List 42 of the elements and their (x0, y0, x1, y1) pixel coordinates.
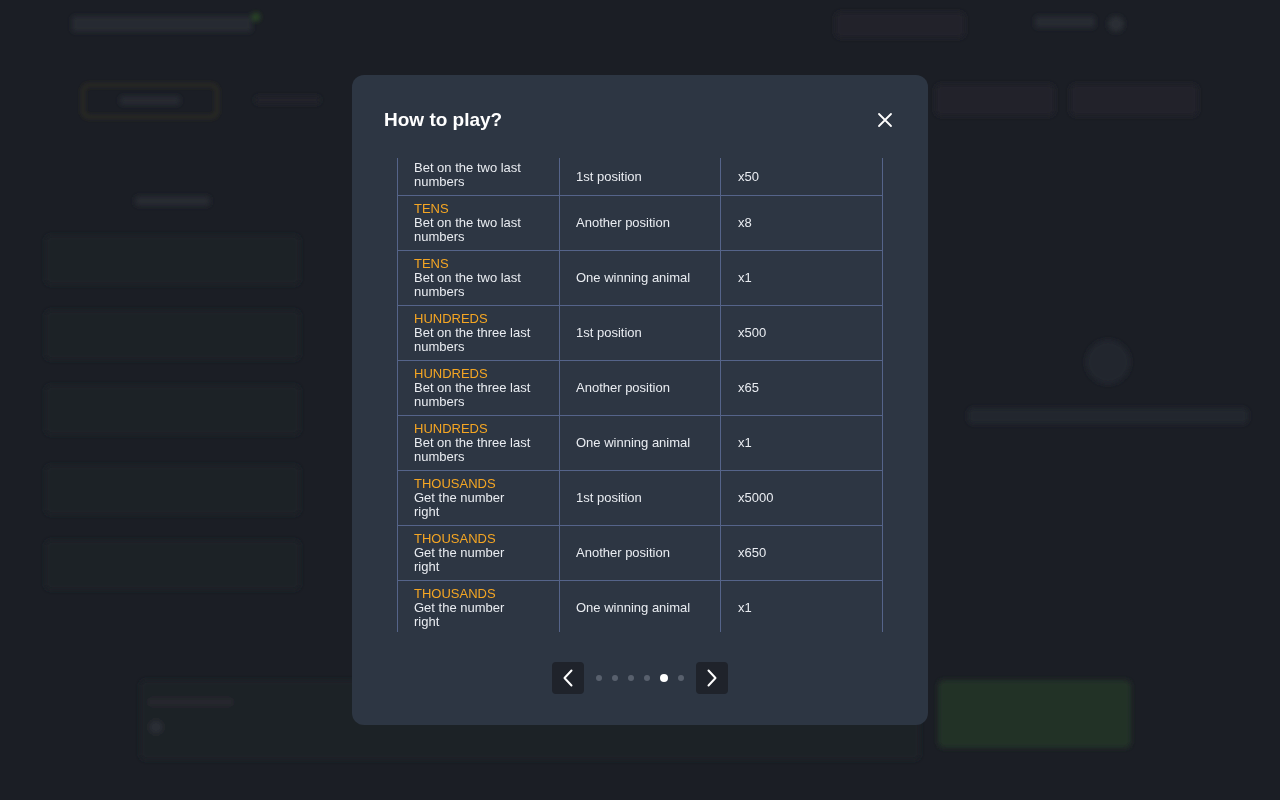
bet-type-label: THOUSANDS (414, 587, 496, 601)
bet-type-label: HUNDREDS (414, 422, 488, 436)
multiplier-text: x50 (738, 169, 759, 184)
multiplier-text: x1 (738, 436, 752, 450)
position-text: One winning animal (576, 271, 691, 285)
chevron-right-icon (707, 669, 717, 687)
position-text: 1st position (576, 326, 642, 340)
next-button[interactable] (696, 662, 728, 694)
multiplier-text: x5000 (738, 491, 774, 505)
position-text: Another position (576, 216, 670, 230)
bet-type-label: HUNDREDS (414, 312, 488, 326)
chevron-left-icon (563, 669, 573, 687)
bet-type-label: THOUSANDS (414, 532, 496, 546)
multiplier-text: x650 (738, 546, 767, 560)
bet-description: Bet on the three last numbers (414, 326, 532, 354)
bet-description: Get the number right (414, 601, 506, 629)
close-icon (877, 112, 893, 128)
bet-description: Bet on the two last numbers (414, 271, 522, 299)
bet-description: Bet on the two last numbers (414, 161, 522, 189)
bet-type-label: HUNDREDS (414, 367, 488, 381)
multiplier-text: x1 (738, 601, 752, 615)
bet-type-label: THOUSANDS (414, 477, 496, 491)
bet-description: Bet on the three last numbers (414, 436, 532, 464)
bet-type-label: TENS (414, 202, 449, 216)
multiplier-text: x65 (738, 381, 759, 395)
bet-description: Bet on the three last numbers (414, 381, 532, 409)
bet-description: Get the number right (414, 546, 506, 574)
multiplier-text: x8 (738, 216, 752, 230)
bet-description: Get the number right (414, 491, 506, 519)
previous-button[interactable] (552, 662, 584, 694)
multiplier-text: x500 (738, 326, 767, 340)
multiplier-text: x1 (738, 271, 752, 285)
bet-type-label: TENS (414, 257, 449, 271)
position-text: 1st position (576, 491, 642, 505)
close-button[interactable] (877, 112, 893, 128)
bet-description: Bet on the two last numbers (414, 216, 522, 244)
position-text: Another position (576, 381, 670, 395)
position-text: One winning animal (576, 601, 691, 615)
dialog-title: How to play? (384, 108, 503, 132)
position-text: One winning animal (576, 436, 691, 450)
position-text: 1st position (576, 169, 642, 184)
position-text: Another position (576, 546, 670, 560)
